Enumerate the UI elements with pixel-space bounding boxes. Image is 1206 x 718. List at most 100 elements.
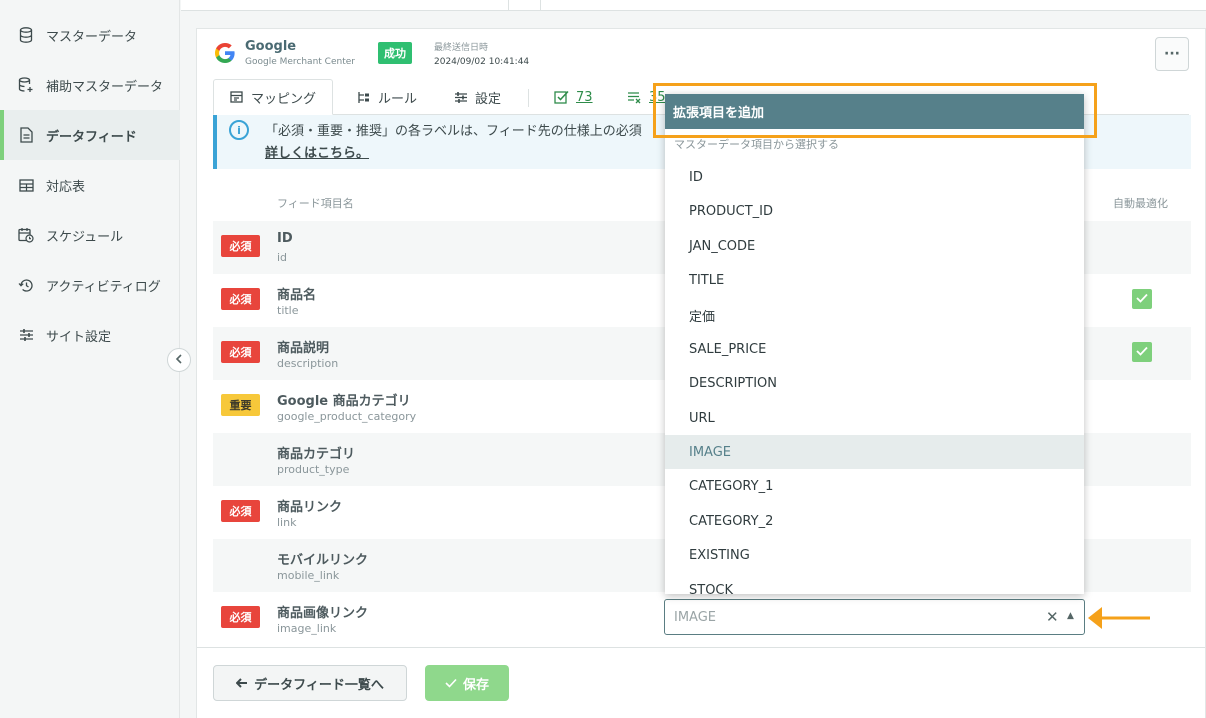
- required-badge: 必須: [221, 606, 260, 628]
- clear-icon[interactable]: ✕: [1046, 608, 1059, 626]
- field-key: description: [277, 357, 339, 370]
- field-key: title: [277, 304, 299, 317]
- sidebar-item-mapping-table[interactable]: 対応表: [0, 160, 180, 210]
- document-icon: [18, 127, 34, 143]
- tab-error-count[interactable]: 35: [627, 79, 666, 115]
- mapping-dropdown: 拡張項目を追加 マスターデータ項目から選択する ID PRODUCT_ID JA…: [665, 94, 1084, 594]
- sidebar-item-label: サイト設定: [46, 329, 112, 345]
- feed-channel: Google Merchant Center: [245, 57, 355, 67]
- table-icon: [18, 177, 34, 193]
- check-list-icon: [554, 90, 569, 104]
- error-count: 35: [649, 89, 666, 105]
- dropdown-option[interactable]: SALE_PRICE: [665, 332, 1084, 366]
- sidebar: マスターデータ 補助マスターデータ データフィード 対応表 スケジュール アクテ…: [0, 0, 180, 718]
- sidebar-item-label: データフィード: [46, 129, 137, 145]
- dropdown-option[interactable]: CATEGORY_2: [665, 504, 1084, 538]
- status-badge: 成功: [378, 42, 412, 64]
- auto-optimize-checkbox[interactable]: [1132, 342, 1152, 362]
- field-name: 商品名: [277, 288, 317, 303]
- caret-up-icon[interactable]: ▲: [1067, 611, 1074, 621]
- field-key: id: [277, 251, 288, 264]
- select-value: IMAGE: [674, 610, 717, 625]
- divider: [540, 0, 541, 10]
- arrow-left-annotation: [1086, 600, 1152, 640]
- sidebar-item-master-data[interactable]: マスターデータ: [0, 10, 180, 60]
- field-name: Google 商品カテゴリ: [277, 394, 411, 409]
- dropdown-option[interactable]: PRODUCT_ID: [665, 194, 1084, 228]
- tab-valid-count[interactable]: 73: [554, 79, 593, 115]
- back-to-feed-list-button[interactable]: データフィード一覧へ: [213, 665, 407, 701]
- tab-settings[interactable]: 設定: [454, 79, 501, 115]
- required-badge: 必須: [221, 341, 260, 363]
- check-icon: [445, 678, 457, 688]
- dropdown-option[interactable]: CATEGORY_1: [665, 469, 1084, 503]
- dropdown-option[interactable]: DESCRIPTION: [665, 366, 1084, 400]
- field-key: image_link: [277, 622, 337, 635]
- sidebar-item-label: アクティビティログ: [46, 279, 161, 295]
- important-badge: 重要: [221, 394, 260, 416]
- dropdown-option[interactable]: 定価: [665, 298, 1084, 332]
- sidebar-item-data-feed[interactable]: データフィード: [0, 110, 180, 160]
- sidebar-collapse-button[interactable]: [167, 348, 191, 372]
- footer-bar: データフィード一覧へ 保存: [197, 647, 1205, 718]
- field-key: product_type: [277, 463, 350, 476]
- info-icon: i: [229, 120, 249, 140]
- dropdown-option[interactable]: JAN_CODE: [665, 229, 1084, 263]
- tab-label: ルール: [378, 91, 418, 107]
- dropdown-option-selected[interactable]: IMAGE: [665, 435, 1084, 469]
- field-name: モバイルリンク: [277, 553, 369, 568]
- tab-label: 設定: [475, 91, 502, 107]
- feed-name: Google: [245, 39, 297, 54]
- sidebar-item-label: 対応表: [46, 179, 86, 195]
- check-icon: [1136, 292, 1148, 307]
- check-icon: [1136, 345, 1148, 360]
- auto-optimize-checkbox[interactable]: [1132, 289, 1152, 309]
- field-name: 商品画像リンク: [277, 606, 369, 621]
- dropdown-option[interactable]: ID: [665, 160, 1084, 194]
- sidebar-item-label: スケジュール: [46, 229, 124, 245]
- more-options-button[interactable]: ···: [1155, 37, 1189, 71]
- dropdown-option[interactable]: EXISTING: [665, 538, 1084, 572]
- last-sent-value: 2024/09/02 10:41:44: [434, 57, 530, 67]
- field-key: google_product_category: [277, 410, 417, 423]
- dropdown-group-label: マスターデータ項目から選択する: [674, 138, 839, 151]
- dropdown-option[interactable]: STOCK: [665, 573, 1084, 595]
- tab-mapping[interactable]: マッピング: [213, 79, 334, 115]
- divider: [508, 0, 509, 10]
- sidebar-item-activity-log[interactable]: アクティビティログ: [0, 260, 180, 310]
- mapping-icon: [230, 90, 244, 104]
- add-extension-field-option[interactable]: 拡張項目を追加: [665, 94, 1084, 129]
- back-button-label: データフィード一覧へ: [254, 677, 384, 693]
- sidebar-item-sub-master-data[interactable]: 補助マスターデータ: [0, 60, 180, 110]
- last-sent-label: 最終送信日時: [434, 43, 489, 53]
- field-name: ID: [277, 231, 293, 246]
- field-name: 商品カテゴリ: [277, 447, 356, 462]
- sidebar-item-site-settings[interactable]: サイト設定: [0, 310, 180, 360]
- database-plus-icon: [18, 77, 34, 93]
- required-badge: 必須: [221, 235, 260, 257]
- valid-count: 73: [576, 89, 593, 105]
- rules-icon: [357, 91, 371, 104]
- field-key: mobile_link: [277, 569, 340, 582]
- history-icon: [18, 277, 34, 293]
- sliders-icon: [18, 327, 34, 343]
- save-button[interactable]: 保存: [425, 665, 509, 701]
- calendar-clock-icon: [18, 227, 34, 243]
- required-badge: 必須: [221, 288, 260, 310]
- image-link-mapping-select[interactable]: IMAGE ✕ ▲: [664, 599, 1085, 635]
- info-link[interactable]: 詳しくはこちら。: [265, 142, 369, 161]
- column-header-feed-item: フィード項目名: [277, 197, 354, 210]
- dropdown-option[interactable]: URL: [665, 401, 1084, 435]
- divider: [528, 89, 529, 107]
- field-key: link: [277, 516, 297, 529]
- tab-rules[interactable]: ルール: [357, 79, 417, 115]
- save-button-label: 保存: [462, 677, 489, 693]
- sidebar-item-label: マスターデータ: [46, 29, 138, 45]
- column-header-auto-optimize: 自動最適化: [1113, 197, 1168, 210]
- more-icon: ···: [1164, 46, 1180, 62]
- dropdown-option[interactable]: TITLE: [665, 263, 1084, 297]
- sidebar-item-schedule[interactable]: スケジュール: [0, 210, 180, 260]
- sliders-icon: [454, 91, 468, 104]
- chevron-left-icon: [175, 353, 183, 367]
- required-badge: 必須: [221, 500, 260, 522]
